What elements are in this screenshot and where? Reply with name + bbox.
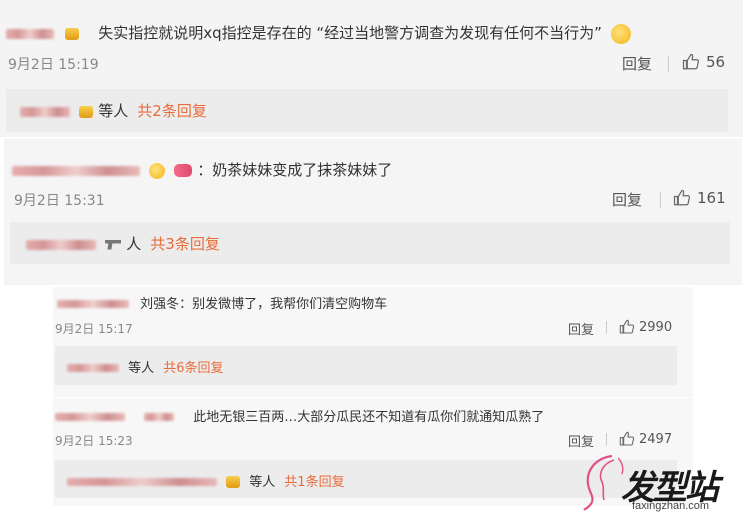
comment-card: 刘强冬：别发微博了，我帮你们清空购物车 9月2日 15:17 回复 2990 等… bbox=[53, 287, 693, 397]
like-button[interactable]: 2497 bbox=[619, 431, 672, 447]
comment-line: ：奶茶妹妹变成了抹茶妹妹了 bbox=[12, 159, 392, 180]
sub-replies-box[interactable]: 等人 共2条回复 bbox=[6, 89, 728, 132]
vip-badge-icon bbox=[65, 27, 80, 40]
comment-text: 刘强冬：别发微博了，我帮你们清空购物车 bbox=[140, 297, 388, 312]
username-blurred bbox=[20, 106, 70, 117]
sub-replies-line: 等人 共2条回复 bbox=[20, 100, 207, 121]
comment-card: ：奶茶妹妹变成了抹茶妹妹了 9月2日 15:31 回复 161 人 共3条回复 bbox=[4, 139, 742, 285]
comment-time: 9月2日 15:23 bbox=[55, 434, 133, 448]
sub-replies-count[interactable]: 共1条回复 bbox=[284, 475, 344, 490]
emoji-icon bbox=[149, 162, 166, 179]
username-blurred[interactable] bbox=[55, 412, 125, 421]
comment-text: ：奶茶妹妹变成了抹茶妹妹了 bbox=[197, 161, 393, 179]
username-blurred[interactable] bbox=[12, 165, 140, 176]
divider bbox=[606, 433, 607, 446]
sub-replies-count[interactable]: 共6条回复 bbox=[163, 361, 223, 376]
site-watermark: 发型站 faxingzhan.com bbox=[578, 450, 738, 516]
like-button[interactable]: 2990 bbox=[619, 319, 672, 335]
username-blurred bbox=[67, 477, 217, 486]
sub-replies-count[interactable]: 共2条回复 bbox=[137, 102, 207, 120]
heart-icon bbox=[174, 164, 193, 177]
sub-replies-prefix: 等人 bbox=[249, 475, 276, 490]
reply-button[interactable]: 回复 bbox=[568, 431, 594, 450]
username-blurred[interactable] bbox=[57, 299, 129, 308]
like-count: 161 bbox=[697, 189, 726, 207]
sub-replies-box[interactable]: 人 共3条回复 bbox=[10, 222, 730, 264]
sub-replies-count[interactable]: 共3条回复 bbox=[150, 235, 220, 253]
pistol-icon bbox=[105, 239, 122, 250]
comment-time: 9月2日 15:31 bbox=[14, 193, 105, 209]
like-count: 56 bbox=[706, 53, 726, 71]
sub-replies-line: 人 共3条回复 bbox=[26, 233, 220, 254]
sub-replies-line: 等人 共1条回复 bbox=[67, 471, 345, 490]
like-count: 2497 bbox=[639, 431, 673, 447]
vip-badge-icon bbox=[79, 105, 94, 118]
sub-replies-line: 等人 共6条回复 bbox=[67, 357, 223, 376]
thumbs-up-icon bbox=[682, 53, 699, 70]
reply-button[interactable]: 回复 bbox=[622, 53, 652, 74]
divider bbox=[660, 192, 661, 208]
thumbs-up-icon bbox=[619, 319, 635, 334]
vip-badge-icon bbox=[226, 475, 241, 488]
username-blurred bbox=[144, 412, 175, 421]
sub-replies-box[interactable]: 等人 共6条回复 bbox=[55, 346, 677, 385]
comment-line: 此地无银三百两…大部分瓜民还不知道有瓜你们就通知瓜熟了 bbox=[55, 406, 544, 425]
thumbs-up-icon bbox=[673, 189, 690, 206]
reply-button[interactable]: 回复 bbox=[612, 189, 642, 210]
sub-replies-prefix: 人 bbox=[126, 235, 142, 253]
comment-text: 此地无银三百两…大部分瓜民还不知道有瓜你们就通知瓜熟了 bbox=[193, 410, 545, 425]
username-blurred[interactable] bbox=[6, 28, 54, 39]
username-blurred bbox=[67, 363, 119, 372]
username-blurred bbox=[26, 239, 96, 250]
comment-card: 失实指控就说明xq指控是存在的 “经过当地警方调查为发现有任何不当行为” 9月2… bbox=[0, 0, 743, 137]
like-count: 2990 bbox=[639, 319, 673, 335]
comment-text: 失实指控就说明xq指控是存在的 “经过当地警方调查为发现有任何不当行为” bbox=[98, 24, 602, 42]
grin-emoji-icon bbox=[611, 23, 631, 44]
thumbs-up-icon bbox=[619, 431, 635, 446]
divider bbox=[668, 56, 669, 72]
divider bbox=[606, 321, 607, 334]
sub-replies-prefix: 等人 bbox=[128, 361, 155, 376]
like-button[interactable]: 56 bbox=[682, 53, 725, 71]
comment-line: 失实指控就说明xq指控是存在的 “经过当地警方调查为发现有任何不当行为” bbox=[6, 22, 631, 44]
comment-time: 9月2日 15:17 bbox=[55, 322, 133, 336]
comment-line: 刘强冬：别发微博了，我帮你们清空购物车 bbox=[57, 293, 387, 312]
watermark-domain: faxingzhan.com bbox=[632, 500, 710, 512]
reply-button[interactable]: 回复 bbox=[568, 319, 594, 338]
like-button[interactable]: 161 bbox=[673, 189, 726, 207]
comment-time: 9月2日 15:19 bbox=[8, 57, 99, 73]
sub-replies-prefix: 等人 bbox=[98, 102, 129, 120]
